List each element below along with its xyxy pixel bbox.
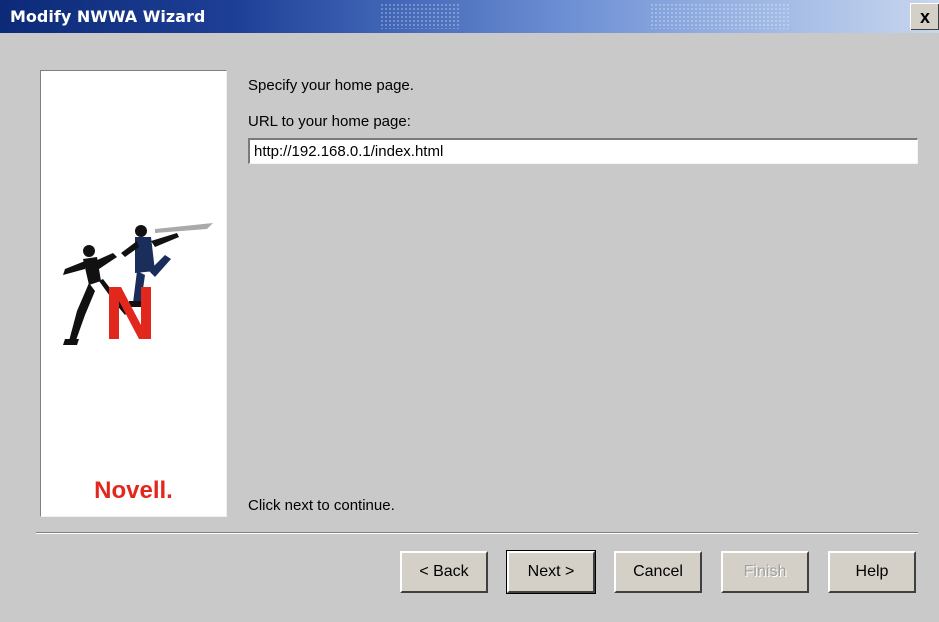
help-button[interactable]: Help (828, 551, 916, 593)
novell-figures-logo (63, 223, 213, 345)
instruction-text: Specify your home page. (248, 77, 414, 94)
close-icon: x (919, 6, 930, 27)
cancel-button[interactable]: Cancel (614, 551, 702, 593)
url-label: URL to your home page: (248, 113, 411, 130)
window-title: Modify NWWA Wizard (10, 7, 206, 26)
footer-instruction: Click next to continue. (248, 497, 395, 514)
finish-button[interactable]: Finish (721, 551, 809, 593)
novell-logo-text: Novell. (94, 477, 173, 504)
close-button[interactable]: x (910, 3, 939, 30)
next-button[interactable]: Next > (506, 550, 596, 594)
title-bar-texture (380, 3, 460, 29)
url-input[interactable] (248, 138, 918, 164)
separator (36, 532, 918, 534)
back-button[interactable]: < Back (400, 551, 488, 593)
title-bar-texture-2 (650, 3, 790, 29)
title-bar: Modify NWWA Wizard x (0, 0, 939, 33)
wizard-banner: Novell. (40, 70, 227, 517)
